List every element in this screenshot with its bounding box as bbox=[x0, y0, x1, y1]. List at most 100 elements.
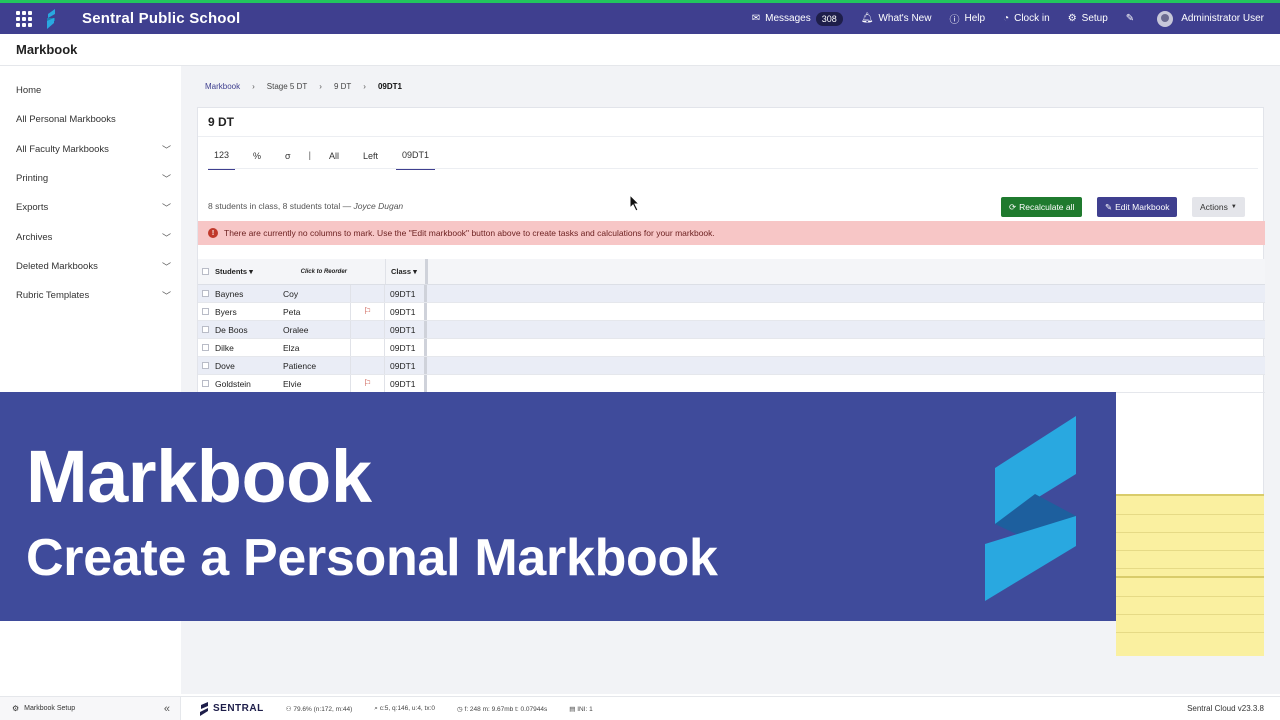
tab-separator: | bbox=[308, 150, 311, 160]
flag-cell[interactable] bbox=[350, 357, 384, 374]
student-first-name[interactable]: Peta bbox=[283, 307, 350, 317]
flag-cell[interactable] bbox=[350, 285, 384, 302]
footer-stat-value: c:5, q:146, u:4, tx:0 bbox=[379, 704, 436, 712]
table-row[interactable]: Byers Peta ⚐ 09DT1 bbox=[198, 303, 1265, 321]
setup-link[interactable]: ⚙ Setup bbox=[1068, 13, 1108, 24]
tab-class[interactable]: 09DT1 bbox=[395, 148, 435, 170]
student-last-name[interactable]: Dilke bbox=[215, 343, 283, 353]
class-header-label: Class bbox=[391, 267, 412, 276]
tab-left[interactable]: Left bbox=[357, 149, 384, 169]
row-checkbox[interactable] bbox=[202, 344, 209, 351]
student-first-name[interactable]: Coy bbox=[283, 289, 350, 299]
table-row[interactable]: De Boos Oralee 09DT1 bbox=[198, 321, 1265, 339]
sidebar-item-label: Printing bbox=[16, 173, 49, 185]
student-last-name[interactable]: Goldstein bbox=[215, 379, 283, 389]
flag-icon[interactable]: ⚐ bbox=[363, 378, 371, 389]
sidebar-item-all-faculty-markbooks[interactable]: All Faculty Markbooks ﹀ bbox=[0, 135, 181, 164]
student-last-name[interactable]: Baynes bbox=[215, 289, 283, 299]
student-first-name[interactable]: Elza bbox=[283, 343, 350, 353]
app-grid-icon[interactable] bbox=[16, 10, 32, 27]
students-header[interactable]: Students ▾ bbox=[215, 267, 283, 276]
collapse-sidebar-icon[interactable]: « bbox=[164, 703, 170, 715]
column-divider bbox=[424, 357, 427, 374]
flag-cell[interactable]: ⚐ bbox=[350, 303, 384, 320]
tab-percent[interactable]: % bbox=[247, 149, 267, 169]
sentral-logo-icon[interactable] bbox=[44, 8, 58, 29]
chevron-down-icon[interactable]: ﹀ bbox=[162, 231, 171, 244]
school-name[interactable]: Sentral Public School bbox=[82, 10, 240, 27]
breadcrumb-stage[interactable]: Stage 5 DT bbox=[267, 82, 307, 91]
breadcrumb-markbook[interactable]: Markbook bbox=[205, 82, 240, 91]
student-last-name[interactable]: Byers bbox=[215, 307, 283, 317]
row-checkbox[interactable] bbox=[202, 380, 209, 387]
column-divider bbox=[424, 321, 427, 338]
sidebar-item-label: Archives bbox=[16, 231, 53, 243]
students-table: Students ▾ Click to Reorder Class ▾ Bayn… bbox=[198, 259, 1265, 393]
divider bbox=[1116, 632, 1264, 633]
chevron-down-icon[interactable]: ﹀ bbox=[162, 172, 171, 185]
class-header[interactable]: Class ▾ bbox=[385, 259, 425, 284]
sidebar-item-printing[interactable]: Printing ﹀ bbox=[0, 164, 181, 193]
chevron-down-icon[interactable]: ﹀ bbox=[162, 260, 171, 273]
student-class: 09DT1 bbox=[384, 375, 424, 392]
student-last-name[interactable]: De Boos bbox=[215, 325, 283, 335]
tab-all[interactable]: All bbox=[323, 149, 345, 169]
flag-cell[interactable] bbox=[350, 321, 384, 338]
chevron-down-icon[interactable]: ﹀ bbox=[162, 143, 171, 156]
table-row[interactable]: Dove Patience 09DT1 bbox=[198, 357, 1265, 375]
markbook-setup-link[interactable]: ⚙ Markbook Setup « bbox=[0, 697, 181, 720]
recalculate-all-button[interactable]: ⟳ Recalculate all bbox=[1001, 197, 1083, 217]
footer-stat-value: f: 248 m: 9.67mb t: 0.07944s bbox=[464, 705, 548, 713]
row-checkbox[interactable] bbox=[202, 308, 209, 315]
flag-icon[interactable]: ⚐ bbox=[363, 306, 371, 317]
whats-new-link[interactable]: 🔔︎ What's New bbox=[861, 13, 932, 24]
actions-dropdown[interactable]: Actions ▼ bbox=[1192, 197, 1245, 217]
sidebar-item-label: Deleted Markbooks bbox=[16, 260, 98, 272]
divider bbox=[1116, 550, 1264, 551]
table-row[interactable]: Goldstein Elvie ⚐ 09DT1 bbox=[198, 375, 1265, 393]
sidebar-item-rubric-templates[interactable]: Rubric Templates ﹀ bbox=[0, 281, 181, 310]
column-divider[interactable] bbox=[425, 259, 428, 284]
user-menu[interactable]: Administrator User bbox=[1157, 10, 1264, 27]
row-checkbox[interactable] bbox=[202, 362, 209, 369]
flag-cell[interactable]: ⚐ bbox=[350, 375, 384, 392]
row-checkbox[interactable] bbox=[202, 326, 209, 333]
select-all-checkbox[interactable] bbox=[202, 268, 209, 275]
breadcrumb-course[interactable]: 9 DT bbox=[334, 82, 351, 91]
sidebar-item-all-personal-markbooks[interactable]: All Personal Markbooks bbox=[0, 105, 181, 134]
footer-stat-value: 79.6% (n:172, m:44) bbox=[293, 705, 353, 713]
chevron-down-icon[interactable]: ﹀ bbox=[162, 201, 171, 214]
table-row[interactable]: Dilke Elza 09DT1 bbox=[198, 339, 1265, 357]
divider bbox=[1116, 568, 1264, 569]
sidebar-item-home[interactable]: Home bbox=[0, 76, 181, 105]
sidebar-item-deleted-markbooks[interactable]: Deleted Markbooks ﹀ bbox=[0, 252, 181, 281]
tab-sigma[interactable]: σ bbox=[279, 149, 297, 169]
messages-icon: ✉ bbox=[751, 13, 761, 24]
chevron-down-icon[interactable]: ﹀ bbox=[162, 289, 171, 302]
clock-in-link[interactable]: ◔ Clock in bbox=[1003, 13, 1050, 24]
sidebar-item-exports[interactable]: Exports ﹀ bbox=[0, 193, 181, 222]
sidebar-item-label: Home bbox=[16, 85, 42, 97]
mouse-cursor-icon bbox=[629, 194, 641, 212]
gear-icon: ⚙ bbox=[1067, 13, 1077, 24]
student-last-name[interactable]: Dove bbox=[215, 361, 283, 371]
messages-link[interactable]: ✉ Messages 308 bbox=[751, 11, 843, 26]
click-to-reorder[interactable]: Click to Reorder bbox=[283, 269, 351, 275]
gear-icon: ⚙ bbox=[12, 704, 20, 713]
edit-markbook-button[interactable]: ✎ Edit Markbook bbox=[1097, 197, 1178, 217]
row-checkbox[interactable] bbox=[202, 290, 209, 297]
student-first-name[interactable]: Patience bbox=[283, 361, 350, 371]
table-row[interactable]: Baynes Coy 09DT1 bbox=[198, 285, 1265, 303]
student-first-name[interactable]: Oralee bbox=[283, 325, 350, 335]
table-header: Students ▾ Click to Reorder Class ▾ bbox=[198, 259, 1265, 285]
sidebar-item-label: Rubric Templates bbox=[16, 290, 90, 302]
top-navigation-bar: Sentral Public School ✉ Messages 308 🔔︎ … bbox=[0, 3, 1280, 34]
divider bbox=[1116, 532, 1264, 533]
tab-raw[interactable]: 123 bbox=[208, 148, 236, 170]
footer-stat-value: INI: 1 bbox=[577, 705, 593, 713]
flag-cell[interactable] bbox=[350, 339, 384, 356]
magic-wand-button[interactable]: ✎ bbox=[1126, 13, 1139, 24]
help-link[interactable]: ⓘ Help bbox=[949, 11, 985, 26]
sidebar-item-archives[interactable]: Archives ﹀ bbox=[0, 222, 181, 251]
student-first-name[interactable]: Elvie bbox=[283, 379, 350, 389]
